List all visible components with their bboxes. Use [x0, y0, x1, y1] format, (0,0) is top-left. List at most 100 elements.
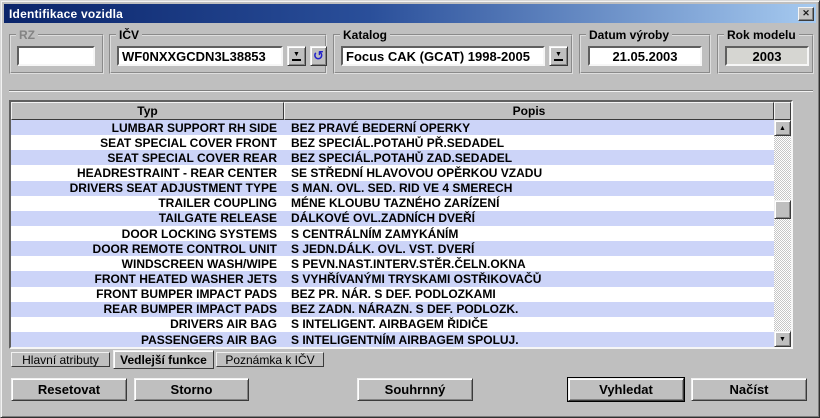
group-katalog: Katalog ▼ — [333, 34, 573, 74]
table-row[interactable]: SEAT SPECIAL COVER REAR BEZ SPECIÁL.POTA… — [11, 150, 774, 165]
table-row[interactable]: DRIVERS AIR BAG S INTELIGENT. AIRBAGEM Ř… — [11, 317, 774, 332]
dialog-window: Identifikace vozidla ✕ RZ IČV ▼ ↺ Katalo… — [0, 0, 820, 418]
titlebar: Identifikace vozidla ✕ — [4, 4, 816, 23]
icv-dropdown-button[interactable]: ▼ — [287, 46, 306, 66]
row-popis-cell: SE STŘEDNÍ HLAVOVOU OPĚRKOU VZADU — [284, 166, 774, 180]
tab-poznamka-k-icv[interactable]: Poznámka k IČV — [216, 352, 324, 367]
rz-label: RZ — [16, 28, 38, 42]
souhrnny-button[interactable]: Souhrnný — [357, 378, 473, 401]
scrollbar-thumb[interactable] — [774, 200, 791, 219]
table-body: LUMBAR SUPPORT RH SIDE BEZ PRAVÉ BEDERNÍ… — [11, 120, 774, 347]
row-typ-cell: PASSENGERS AIR BAG — [11, 333, 284, 347]
arrow-down-icon: ▼ — [779, 336, 786, 343]
table-row[interactable]: REAR BUMPER IMPACT PADS BEZ ZADN. NÁRAZN… — [11, 302, 774, 317]
rok-modelu-label: Rok modelu — [724, 28, 799, 42]
tab-label: Hlavní atributy — [22, 353, 99, 367]
column-header-typ[interactable]: Typ — [11, 102, 284, 120]
button-label: Storno — [171, 382, 213, 397]
row-typ-cell: FRONT HEATED WASHER JETS — [11, 272, 284, 286]
vyhledat-button[interactable]: Vyhledat — [568, 378, 684, 401]
row-typ-cell: DRIVERS AIR BAG — [11, 317, 284, 331]
row-typ-cell: FRONT BUMPER IMPACT PADS — [11, 287, 284, 301]
group-datum-vyroby: Datum výroby — [579, 34, 711, 74]
katalog-label: Katalog — [340, 28, 390, 42]
attributes-table: Typ Popis LUMBAR SUPPORT RH SIDE BEZ PRA… — [9, 100, 793, 349]
row-popis-cell: BEZ PR. NÁR. S DEF. PODLOZKAMI — [284, 287, 774, 301]
katalog-dropdown-button[interactable]: ▼ — [549, 46, 568, 66]
row-popis-cell: MÉNE KLOUBU TAZNÉHO ZARÍZENÍ — [284, 196, 774, 210]
table-row[interactable]: DOOR LOCKING SYSTEMS S CENTRÁLNÍM ZAMYKÁ… — [11, 226, 774, 241]
table-row[interactable]: LUMBAR SUPPORT RH SIDE BEZ PRAVÉ BEDERNÍ… — [11, 120, 774, 135]
close-button[interactable]: ✕ — [798, 7, 814, 21]
row-popis-cell: S JEDN.DÁLK. OVL. VST. DVERÍ — [284, 242, 774, 256]
table-row[interactable]: TAILGATE RELEASE DÁLKOVÉ OVL.ZADNÍCH DVE… — [11, 211, 774, 226]
table-row[interactable]: SEAT SPECIAL COVER FRONT BEZ SPECIÁL.POT… — [11, 135, 774, 150]
tab-label: Vedlejší funkce — [120, 353, 207, 367]
column-header-stub — [774, 102, 791, 120]
row-popis-cell: S PEVN.NAST.INTERV.STĚR.ČELN.OKNA — [284, 257, 774, 271]
row-typ-cell: HEADRESTRAINT - REAR CENTER — [11, 166, 284, 180]
row-popis-cell: BEZ PRAVÉ BEDERNÍ OPERKY — [284, 121, 774, 135]
nacist-button[interactable]: Načíst — [691, 378, 807, 401]
row-popis-cell: S MAN. OVL. SED. RID VE 4 SMERECH — [284, 181, 774, 195]
table-row[interactable]: DRIVERS SEAT ADJUSTMENT TYPE S MAN. OVL.… — [11, 181, 774, 196]
tab-hlavni-atributy[interactable]: Hlavní atributy — [11, 352, 110, 367]
row-typ-cell: TAILGATE RELEASE — [11, 211, 284, 225]
row-popis-cell: BEZ SPECIÁL.POTAHŮ ZAD.SEDADEL — [284, 151, 774, 165]
row-typ-cell: SEAT SPECIAL COVER REAR — [11, 151, 284, 165]
tab-label: Poznámka k IČV — [225, 353, 314, 367]
scroll-down-button[interactable]: ▼ — [774, 331, 791, 347]
table-row[interactable]: PASSENGERS AIR BAG S INTELIGENTNÍM AIRBA… — [11, 332, 774, 347]
button-label: Vyhledat — [599, 382, 653, 397]
icv-undo-button[interactable]: ↺ — [310, 46, 327, 66]
dropdown-bar-icon — [292, 59, 301, 61]
tab-vedlejsi-funkce[interactable]: Vedlejší funkce — [113, 350, 214, 369]
table-header: Typ Popis — [11, 102, 791, 120]
row-popis-cell: S CENTRÁLNÍM ZAMYKÁNÍM — [284, 227, 774, 241]
icv-input[interactable] — [117, 46, 283, 66]
table-row[interactable]: FRONT HEATED WASHER JETS S VYHŘÍVANÝMI T… — [11, 271, 774, 286]
resetovat-button[interactable]: Resetovat — [11, 378, 127, 401]
table-row[interactable]: TRAILER COUPLING MÉNE KLOUBU TAZNÉHO ZAR… — [11, 196, 774, 211]
row-popis-cell: S VYHŘÍVANÝMI TRYSKAMI OSTŘIKOVAČŮ — [284, 272, 774, 286]
row-popis-cell: DÁLKOVÉ OVL.ZADNÍCH DVEŘÍ — [284, 211, 774, 225]
column-header-popis[interactable]: Popis — [284, 102, 774, 120]
table-row[interactable]: DOOR REMOTE CONTROL UNIT S JEDN.DÁLK. OV… — [11, 241, 774, 256]
group-rz: RZ — [9, 34, 104, 74]
chevron-down-icon: ▼ — [555, 51, 562, 58]
row-popis-cell: S INTELIGENTNÍM AIRBAGEM SPOLUJ. — [284, 333, 774, 347]
icv-label: IČV — [116, 28, 142, 42]
undo-icon: ↺ — [313, 50, 324, 63]
table-row[interactable]: FRONT BUMPER IMPACT PADS BEZ PR. NÁR. S … — [11, 287, 774, 302]
chevron-down-icon: ▼ — [293, 51, 300, 58]
scroll-up-button[interactable]: ▲ — [774, 120, 791, 136]
row-popis-cell: BEZ ZADN. NÁRAZN. S DEF. PODLOZK. — [284, 302, 774, 316]
close-icon: ✕ — [802, 8, 810, 19]
button-label: Resetovat — [38, 382, 100, 397]
group-rok-modelu: Rok modelu — [717, 34, 814, 74]
datum-vyroby-input[interactable] — [588, 46, 702, 66]
arrow-up-icon: ▲ — [779, 125, 786, 132]
row-typ-cell: REAR BUMPER IMPACT PADS — [11, 302, 284, 316]
group-icv: IČV ▼ ↺ — [109, 34, 327, 74]
row-popis-cell: S INTELIGENT. AIRBAGEM ŘIDIČE — [284, 317, 774, 331]
row-typ-cell: TRAILER COUPLING — [11, 196, 284, 210]
window-title: Identifikace vozidla — [9, 7, 123, 21]
vertical-scrollbar[interactable]: ▲ ▼ — [774, 120, 791, 347]
row-typ-cell: DOOR REMOTE CONTROL UNIT — [11, 242, 284, 256]
katalog-input[interactable] — [341, 46, 545, 66]
table-row[interactable]: WINDSCREEN WASH/WIPE S PEVN.NAST.INTERV.… — [11, 256, 774, 271]
rok-modelu-input — [725, 46, 809, 66]
row-typ-cell: WINDSCREEN WASH/WIPE — [11, 257, 284, 271]
table-row[interactable]: HEADRESTRAINT - REAR CENTER SE STŘEDNÍ H… — [11, 165, 774, 180]
separator-line — [9, 90, 813, 92]
row-typ-cell: LUMBAR SUPPORT RH SIDE — [11, 121, 284, 135]
row-typ-cell: DRIVERS SEAT ADJUSTMENT TYPE — [11, 181, 284, 195]
button-label: Souhrnný — [385, 382, 446, 397]
row-typ-cell: DOOR LOCKING SYSTEMS — [11, 227, 284, 241]
rz-input[interactable] — [17, 46, 95, 66]
row-popis-cell: BEZ SPECIÁL.POTAHŮ PŘ.SEDADEL — [284, 136, 774, 150]
storno-button[interactable]: Storno — [134, 378, 249, 401]
row-typ-cell: SEAT SPECIAL COVER FRONT — [11, 136, 284, 150]
datum-vyroby-label: Datum výroby — [586, 28, 672, 42]
